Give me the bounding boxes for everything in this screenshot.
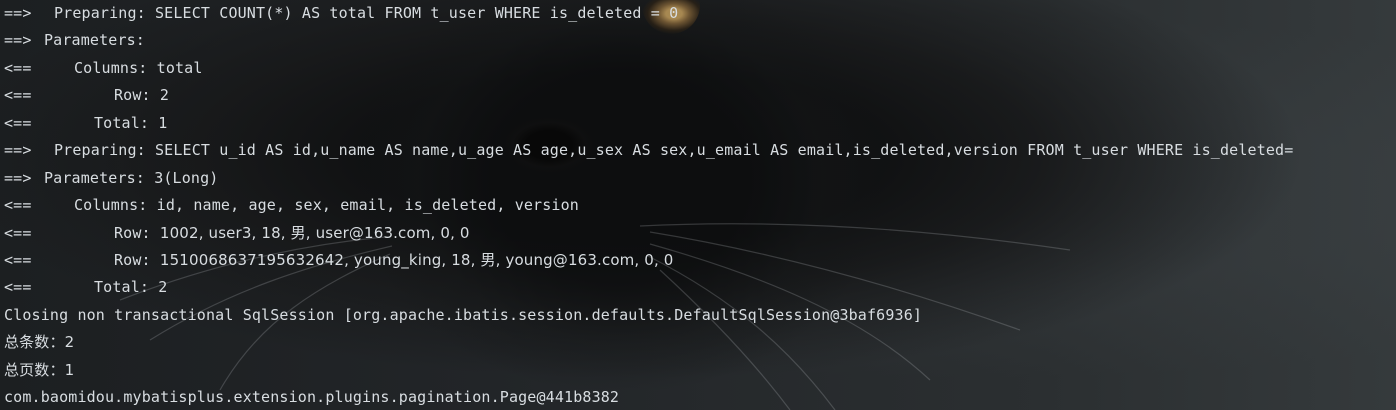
incoming-arrow: <== bbox=[4, 223, 32, 242]
console-label: Total: bbox=[94, 278, 150, 297]
console-line: 总条数：2 bbox=[4, 329, 1396, 356]
console-label: Columns: bbox=[74, 58, 148, 77]
console-line: ==> Parameters: 3(Long) bbox=[4, 165, 1396, 192]
console-line: Closing non transactional SqlSession [or… bbox=[4, 302, 1396, 329]
console-label: Preparing: bbox=[54, 4, 146, 22]
console-text: 1002, user3, 18, 男, user@163.com, 0, 0 bbox=[159, 223, 470, 242]
console-label: Preparing: bbox=[54, 141, 146, 160]
console-label: Row: bbox=[114, 86, 151, 105]
incoming-arrow: <== bbox=[4, 278, 32, 297]
console-line: com.baomidou.mybatisplus.extension.plugi… bbox=[4, 384, 1396, 410]
console-text: SELECT u_id AS id,u_name AS name,u_age A… bbox=[155, 141, 1294, 160]
incoming-arrow: <== bbox=[4, 86, 32, 105]
console-line: ==> Preparing: SELECT u_id AS id,u_name A… bbox=[4, 137, 1396, 164]
console-label: Parameters: bbox=[44, 31, 145, 50]
console-text: 1510068637195632642, young_king, 18, 男, … bbox=[159, 250, 674, 269]
console-line: <== Columns: id, name, age, sex, email, i… bbox=[4, 192, 1396, 219]
incoming-arrow: <== bbox=[4, 196, 32, 215]
console-label: Total: bbox=[94, 113, 150, 132]
outgoing-arrow: ==> bbox=[4, 31, 32, 50]
console-text: id, name, age, sex, email, is_deleted, v… bbox=[156, 196, 579, 215]
console-output: ==> Preparing: SELECT COUNT(*) AS total F… bbox=[4, 0, 1396, 410]
console-line: <== Row: 1510068637195632642, young_king,… bbox=[4, 247, 1396, 274]
console-text: com.baomidou.mybatisplus.extension.plugi… bbox=[4, 388, 620, 407]
console-label: Row: bbox=[114, 250, 151, 269]
console-label: Parameters: bbox=[44, 168, 145, 187]
outgoing-arrow: ==> bbox=[4, 4, 32, 22]
incoming-arrow: <== bbox=[4, 113, 32, 132]
console-line: ==> Preparing: SELECT COUNT(*) AS total F… bbox=[4, 0, 1396, 27]
outgoing-arrow: ==> bbox=[4, 141, 32, 160]
console-line: ==> Parameters: bbox=[4, 27, 1396, 54]
console-text: 2 bbox=[158, 278, 168, 297]
console-text: 总页数：1 bbox=[4, 360, 75, 379]
console-label: Columns: bbox=[74, 196, 148, 215]
console-label: Row: bbox=[114, 223, 151, 242]
outgoing-arrow: ==> bbox=[4, 168, 32, 187]
console-text: total bbox=[156, 58, 203, 77]
incoming-arrow: <== bbox=[4, 58, 32, 77]
console-line: <== Columns: total bbox=[4, 55, 1396, 82]
console-line: <== Total: 2 bbox=[4, 274, 1396, 301]
console-text: 3(Long) bbox=[154, 168, 219, 187]
console-text: 1 bbox=[158, 113, 168, 132]
incoming-arrow: <== bbox=[4, 250, 32, 269]
console-text: SELECT COUNT(*) AS total FROM t_user WHE… bbox=[155, 4, 679, 22]
console-line: <== Row: 1002, user3, 18, 男, user@163.com… bbox=[4, 220, 1396, 247]
console-line: 总页数：1 bbox=[4, 357, 1396, 384]
console-line: <== Total: 1 bbox=[4, 110, 1396, 137]
console-text: 总条数：2 bbox=[4, 333, 75, 352]
console-line: <== Row: 2 bbox=[4, 82, 1396, 109]
console-text: Closing non transactional SqlSession [or… bbox=[4, 305, 923, 324]
console-text: 2 bbox=[159, 86, 170, 105]
